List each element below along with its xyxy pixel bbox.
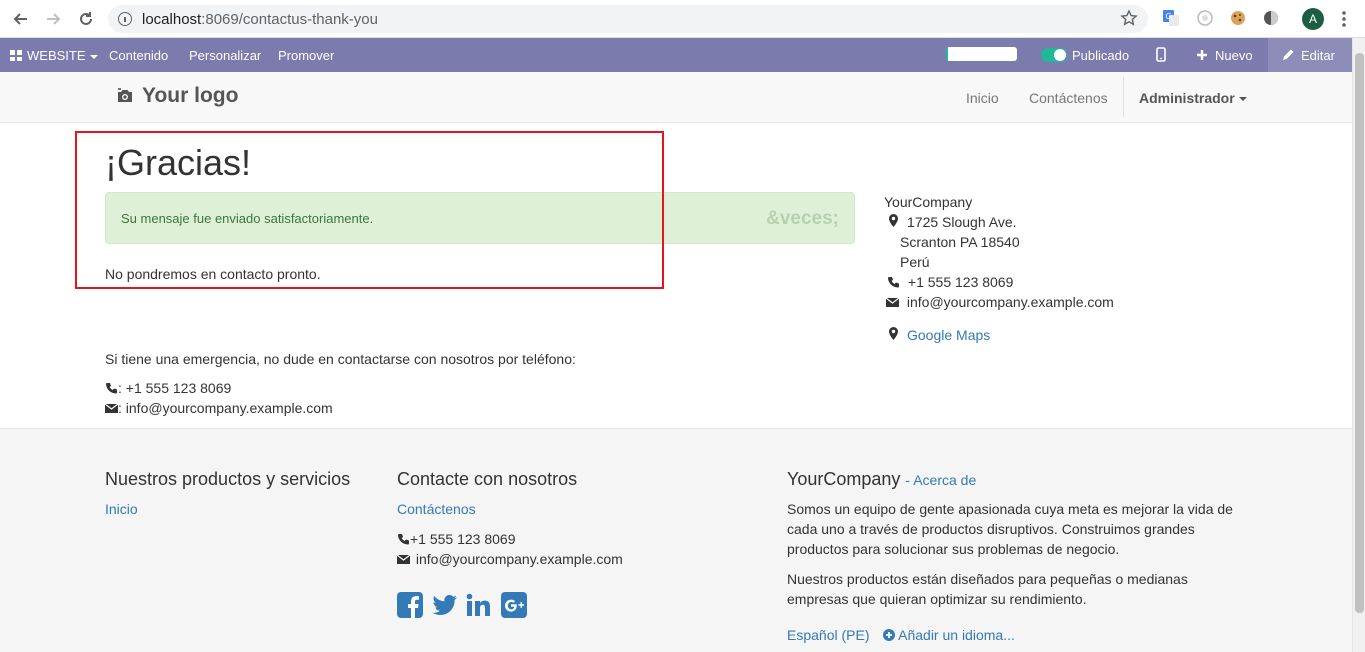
phone-icon <box>888 277 899 288</box>
footer-link-contactenos[interactable]: Contáctenos <box>397 501 476 517</box>
mobile-preview-icon[interactable] <box>1156 47 1166 65</box>
alert-close-button[interactable]: &veces; <box>766 208 839 230</box>
published-label[interactable]: Publicado <box>1072 48 1129 63</box>
profile-avatar[interactable]: A <box>1302 8 1324 30</box>
site-footer <box>0 428 1352 652</box>
address-bar[interactable]: localhost:8069/contactus-thank-you <box>108 5 1148 33</box>
add-language-link[interactable]: Añadir un idioma... <box>883 627 1015 643</box>
footer-email: info@yourcompany.example.com <box>397 551 623 567</box>
footer-link-inicio[interactable]: Inicio <box>105 501 138 517</box>
about-text-line-3: productos para solucionar sus problemas … <box>787 541 1120 557</box>
about-text-line-4: Nuestros productos están diseñados para … <box>787 571 1188 587</box>
website-menu-button[interactable]: WEBSITE <box>27 48 98 63</box>
plus-icon <box>1196 49 1208 64</box>
emergency-phone: : +1 555 123 8069 <box>105 380 231 396</box>
camera-icon <box>116 88 134 104</box>
dark-extension-icon[interactable] <box>1262 9 1280 27</box>
map-marker-icon <box>889 327 898 343</box>
footer-contact-heading: Contacte con nosotros <box>397 469 578 489</box>
language-link[interactable]: Español (PE) <box>787 627 869 643</box>
about-link[interactable]: - Acerca de <box>905 472 976 488</box>
apps-grid-icon <box>10 50 22 61</box>
nav-divider <box>1123 77 1124 117</box>
sidebar-address-line-2: Scranton PA 18540 <box>900 234 1020 250</box>
nav-inicio[interactable]: Inicio <box>966 90 999 106</box>
svg-text:G: G <box>1166 12 1172 21</box>
envelope-icon <box>886 297 899 307</box>
cookie-extension-icon[interactable] <box>1229 9 1247 27</box>
edit-label: Editar <box>1301 48 1335 63</box>
menu-promover[interactable]: Promover <box>278 48 334 63</box>
sidebar-address-line-1: 1725 Slough Ave. <box>907 214 1017 230</box>
odoo-admin-bar: WEBSITE Contenido Personalizar Promover … <box>0 38 1352 72</box>
facebook-icon[interactable] <box>397 592 423 618</box>
published-toggle[interactable] <box>1041 48 1067 62</box>
new-button[interactable]: Nuevo <box>1215 48 1253 63</box>
progress-bar <box>946 47 1017 61</box>
emergency-email: : info@yourcompany.example.com <box>105 400 333 416</box>
google-maps-link[interactable]: Google Maps <box>907 327 990 343</box>
envelope-icon <box>105 403 118 413</box>
phone-icon <box>398 534 409 545</box>
pencil-icon <box>1282 48 1295 64</box>
emergency-text: Si tiene una emergencia, no dude en cont… <box>105 351 576 367</box>
site-logo[interactable]: Your logo <box>142 84 238 108</box>
linkedin-icon[interactable] <box>466 592 492 618</box>
footer-products-heading: Nuestros productos y servicios <box>105 469 351 489</box>
bookmark-star-icon[interactable] <box>1120 9 1138 27</box>
plus-circle-icon <box>883 629 895 641</box>
about-text-line-1: Somos un equipo de gente apasionada cuya… <box>787 501 1233 517</box>
twitter-icon[interactable] <box>432 592 458 618</box>
edit-button[interactable]: Editar <box>1268 38 1352 72</box>
about-text-line-2: cada uno a través de productos disruptiv… <box>787 521 1195 537</box>
scrollbar-thumb[interactable] <box>1355 53 1364 613</box>
translate-extension-icon[interactable]: G <box>1162 9 1180 27</box>
page-scrollbar[interactable] <box>1352 38 1365 652</box>
user-menu[interactable]: Administrador <box>1139 90 1247 106</box>
back-arrow-icon[interactable] <box>10 8 32 30</box>
footer-about-heading: YourCompany - Acerca de <box>787 469 977 489</box>
reload-icon[interactable] <box>75 8 97 30</box>
menu-contenido[interactable]: Contenido <box>109 48 168 63</box>
browser-toolbar: localhost:8069/contactus-thank-you G A <box>0 0 1365 38</box>
sidebar-phone: +1 555 123 8069 <box>887 274 1013 290</box>
info-icon[interactable] <box>118 12 132 26</box>
sidebar-company: YourCompany <box>884 194 973 210</box>
extension-icon[interactable] <box>1196 9 1214 27</box>
browser-menu-icon[interactable] <box>1338 9 1350 29</box>
map-marker-icon <box>889 214 898 230</box>
envelope-icon <box>397 554 410 564</box>
phone-icon <box>106 383 117 394</box>
annotation-highlight <box>75 131 664 289</box>
sidebar-address-line-3: Perú <box>900 254 930 270</box>
footer-phone: +1 555 123 8069 <box>397 531 516 547</box>
menu-personalizar[interactable]: Personalizar <box>189 48 261 63</box>
progress-fill <box>946 47 949 61</box>
nav-contactenos[interactable]: Contáctenos <box>1029 90 1108 106</box>
forward-arrow-icon[interactable] <box>42 8 64 30</box>
about-text-line-5: empresas que quieran optimizar su rendim… <box>787 591 1087 607</box>
google-plus-icon[interactable] <box>501 592 527 618</box>
sidebar-email: info@yourcompany.example.com <box>886 294 1114 310</box>
url-text[interactable]: localhost:8069/contactus-thank-you <box>142 11 378 28</box>
